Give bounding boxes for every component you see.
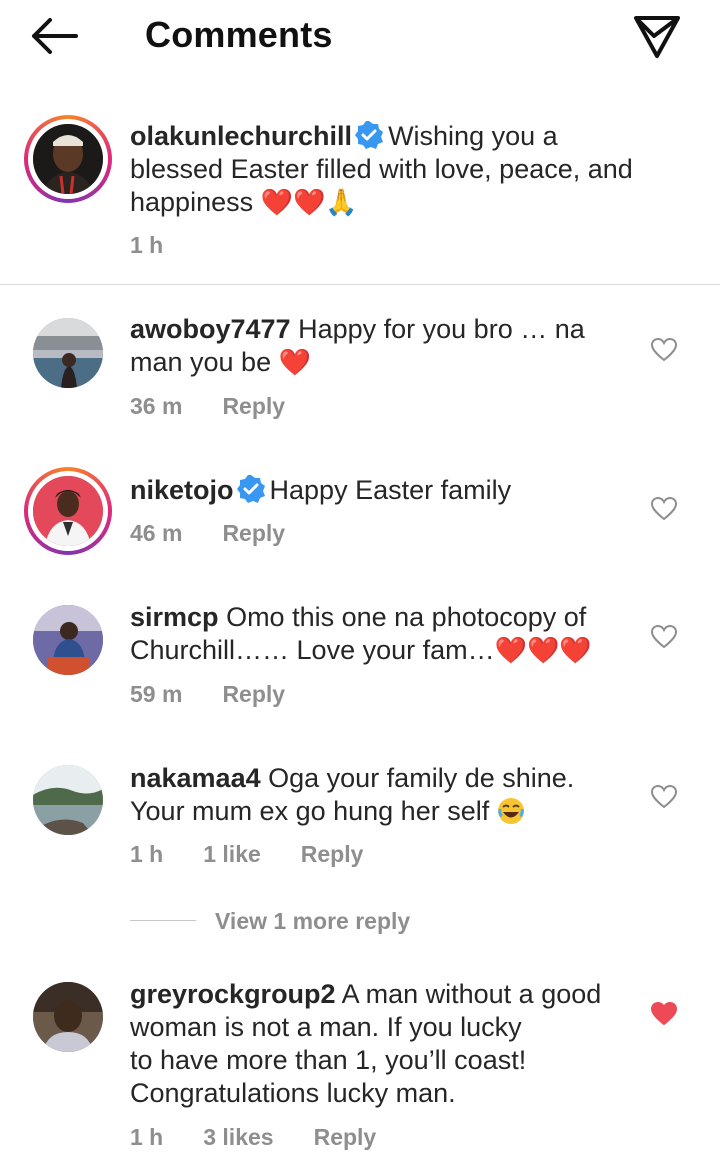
heart-filled-icon[interactable]	[650, 1000, 678, 1028]
comment-time: 36 m	[130, 393, 183, 419]
comment-line2: man you be	[130, 347, 272, 377]
comment-time: 1 h	[130, 1124, 164, 1150]
comment-line1: A man without a good	[341, 979, 602, 1009]
caption-text: olakunlechurchill Wishing you a blessed E…	[130, 120, 690, 219]
reply-button[interactable]: Reply	[222, 393, 285, 420]
comment-text: nakamaa4 Oga your family de shine. Your …	[130, 762, 640, 828]
comment-text: awoboy7477 Happy for you bro … na man yo…	[130, 313, 640, 379]
comment-line1: Happy Easter family	[269, 475, 512, 505]
comment-username[interactable]: sirmcp	[130, 602, 219, 632]
reply-button[interactable]: Reply	[222, 520, 285, 547]
comment-line2: Churchill…… Love your fam…	[130, 635, 495, 665]
caption-text-line1: Wishing you a	[388, 121, 558, 151]
comment-line2: Your mum ex go hung her self	[130, 796, 490, 826]
reply-button[interactable]: Reply	[222, 681, 285, 708]
caption-username[interactable]: olakunlechurchill	[130, 121, 352, 151]
comment-username[interactable]: nakamaa4	[130, 763, 261, 793]
caption-text-line2: blessed Easter filled with love, peace, …	[130, 154, 633, 184]
comment-line1: Happy for you bro … na	[298, 314, 585, 344]
like-count[interactable]: 3 likes	[203, 1124, 273, 1151]
caption-emojis: ❤️❤️🙏	[260, 187, 358, 217]
comment-line1: Oga your family de shine.	[268, 763, 575, 793]
comment-text: greyrockgroup2 A man without a good woma…	[130, 978, 650, 1110]
back-arrow-icon[interactable]	[28, 14, 84, 58]
page-title: Comments	[145, 14, 333, 55]
comment-text: niketojo Happy Easter family	[130, 474, 640, 507]
reply-button[interactable]: Reply	[301, 841, 364, 868]
comment-line4: Congratulations lucky man.	[130, 1078, 456, 1108]
caption-text-line3: happiness	[130, 187, 254, 217]
divider	[130, 920, 196, 921]
header-bar: Comments	[0, 0, 720, 72]
comment-time: 59 m	[130, 681, 183, 707]
verified-badge-icon	[355, 121, 384, 149]
caption-meta: 1 h	[130, 232, 163, 259]
reply-button[interactable]: Reply	[314, 1124, 377, 1151]
avatar	[33, 476, 103, 546]
comment-username[interactable]: awoboy7477	[130, 314, 291, 344]
avatar[interactable]	[33, 982, 103, 1052]
comment-line3: to have more than 1, you’ll coast!	[130, 1045, 527, 1075]
comment-meta: 1 h 3 likes Reply	[130, 1124, 376, 1151]
laughing-emoji-icon	[497, 798, 524, 824]
divider	[0, 284, 720, 285]
caption-time: 1 h	[130, 232, 164, 258]
view-more-replies-button[interactable]: View 1 more reply	[215, 908, 410, 935]
comment-meta: 46 m Reply	[130, 520, 285, 547]
avatar[interactable]	[33, 605, 103, 675]
story-ring[interactable]	[24, 115, 112, 203]
heart-outline-icon[interactable]	[650, 495, 678, 523]
comment-line1: Omo this one na photocopy of	[226, 602, 587, 632]
story-ring[interactable]	[24, 467, 112, 555]
comment-emoji: ❤️❤️❤️	[494, 635, 592, 665]
heart-outline-icon[interactable]	[650, 336, 678, 364]
heart-outline-icon[interactable]	[650, 623, 678, 651]
avatar[interactable]	[33, 318, 103, 388]
comment-meta: 36 m Reply	[130, 393, 285, 420]
comment-meta: 59 m Reply	[130, 681, 285, 708]
comment-meta: 1 h 1 like Reply	[130, 841, 363, 868]
comment-username[interactable]: niketojo	[130, 475, 234, 505]
comment-time: 46 m	[130, 520, 183, 546]
like-count[interactable]: 1 like	[203, 841, 261, 868]
avatar[interactable]	[33, 765, 103, 835]
heart-outline-icon[interactable]	[650, 783, 678, 811]
verified-badge-icon	[236, 475, 265, 503]
send-icon[interactable]	[630, 10, 684, 62]
comment-time: 1 h	[130, 841, 164, 867]
comment-line2: woman is not a man. If you lucky	[130, 1012, 522, 1042]
comment-emoji: ❤️	[278, 347, 311, 377]
avatar	[33, 124, 103, 194]
comment-text: sirmcp Omo this one na photocopy of Chur…	[130, 601, 640, 667]
comment-username[interactable]: greyrockgroup2	[130, 979, 336, 1009]
